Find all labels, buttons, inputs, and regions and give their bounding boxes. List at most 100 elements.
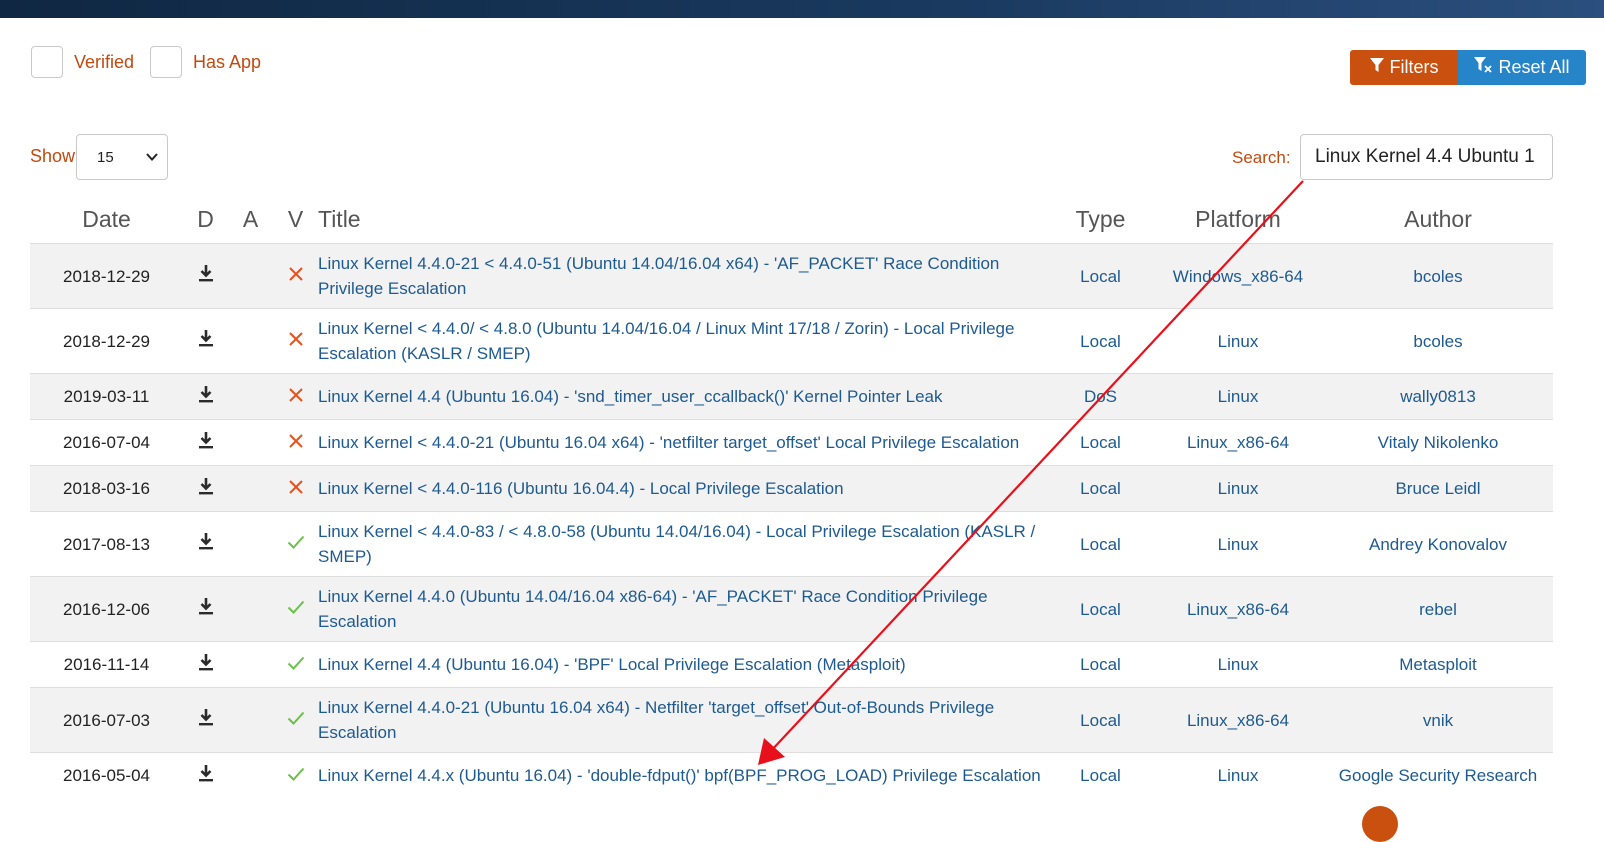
cell-type-link[interactable]: Local: [1080, 600, 1121, 619]
download-icon[interactable]: [198, 532, 214, 557]
cell-title-link[interactable]: Linux Kernel 4.4.0 (Ubuntu 14.04/16.04 x…: [318, 587, 988, 631]
x-icon: [288, 329, 304, 354]
table-row: 2016-05-04 Linux Kernel 4.4.x (Ubuntu 16.…: [30, 752, 1553, 799]
cell-verified: [273, 752, 318, 799]
cell-type-link[interactable]: Local: [1080, 535, 1121, 554]
table-row: 2018-12-29 Linux Kernel < 4.4.0/ < 4.8.0 …: [30, 308, 1553, 374]
cell-type-link[interactable]: Local: [1080, 655, 1121, 674]
cell-platform-link[interactable]: Linux: [1218, 479, 1259, 498]
download-icon[interactable]: [198, 477, 214, 502]
cell-type-link[interactable]: Local: [1080, 711, 1121, 730]
has-app-filter[interactable]: Has App: [150, 46, 261, 78]
cell-author-link[interactable]: Andrey Konovalov: [1369, 535, 1507, 554]
download-icon[interactable]: [198, 385, 214, 410]
cell-title-link[interactable]: Linux Kernel < 4.4.0-21 (Ubuntu 16.04 x6…: [318, 433, 1019, 452]
cell-title-link[interactable]: Linux Kernel < 4.4.0-116 (Ubuntu 16.04.4…: [318, 479, 844, 498]
has-app-label: Has App: [193, 51, 262, 72]
scroll-top-button[interactable]: [1362, 806, 1398, 842]
verified-checkbox[interactable]: [31, 46, 63, 78]
cell-download[interactable]: [183, 243, 228, 309]
search-input[interactable]: [1300, 134, 1553, 180]
column-header-platform[interactable]: Platform: [1153, 196, 1323, 244]
cell-title-link[interactable]: Linux Kernel 4.4.x (Ubuntu 16.04) - 'dou…: [318, 766, 1041, 785]
download-icon[interactable]: [198, 708, 214, 733]
cell-app: [228, 641, 273, 688]
cell-title-link[interactable]: Linux Kernel < 4.4.0/ < 4.8.0 (Ubuntu 14…: [318, 319, 1014, 363]
cell-title-link[interactable]: Linux Kernel < 4.4.0-83 / < 4.8.0-58 (Ub…: [318, 522, 1035, 566]
column-header-type[interactable]: Type: [1048, 196, 1153, 244]
show-label: Show: [30, 146, 76, 166]
check-icon: [287, 708, 305, 733]
check-icon: [287, 764, 305, 789]
cell-type-link[interactable]: DoS: [1084, 387, 1117, 406]
cell-author-link[interactable]: bcoles: [1413, 332, 1462, 351]
download-icon[interactable]: [198, 431, 214, 456]
cell-download[interactable]: [183, 576, 228, 642]
cell-type-link[interactable]: Local: [1080, 267, 1121, 286]
download-icon[interactable]: [198, 764, 214, 789]
cell-download[interactable]: [183, 308, 228, 374]
cell-author-link[interactable]: Google Security Research: [1339, 766, 1537, 785]
cell-platform-link[interactable]: Linux: [1218, 332, 1259, 351]
has-app-checkbox[interactable]: [150, 46, 182, 78]
cell-platform-link[interactable]: Windows_x86-64: [1173, 267, 1303, 286]
cell-date: 2016-07-03: [30, 687, 183, 753]
check-icon: [287, 597, 305, 622]
download-icon[interactable]: [198, 264, 214, 289]
cell-platform-link[interactable]: Linux_x86-64: [1187, 600, 1289, 619]
cell-author-link[interactable]: Bruce Leidl: [1395, 479, 1480, 498]
cell-download[interactable]: [183, 511, 228, 577]
cell-download[interactable]: [183, 419, 228, 466]
column-header-app[interactable]: A: [228, 196, 273, 244]
cell-title-link[interactable]: Linux Kernel 4.4.0-21 (Ubuntu 16.04 x64)…: [318, 698, 994, 742]
cell-platform-link[interactable]: Linux: [1218, 766, 1259, 785]
cell-verified: [273, 576, 318, 642]
cell-author-link[interactable]: Vitaly Nikolenko: [1378, 433, 1499, 452]
cell-date: 2016-12-06: [30, 576, 183, 642]
x-icon: [288, 264, 304, 289]
cell-author-link[interactable]: rebel: [1419, 600, 1457, 619]
cell-platform-link[interactable]: Linux: [1218, 387, 1259, 406]
check-icon: [287, 653, 305, 678]
chevron-down-icon: [145, 149, 159, 169]
table-row: 2016-07-04 Linux Kernel < 4.4.0-21 (Ubunt…: [30, 419, 1553, 466]
cell-title-link[interactable]: Linux Kernel 4.4.0-21 < 4.4.0-51 (Ubuntu…: [318, 254, 999, 298]
cell-date: 2016-07-04: [30, 419, 183, 466]
cell-type-link[interactable]: Local: [1080, 332, 1121, 351]
cell-platform-link[interactable]: Linux_x86-64: [1187, 433, 1289, 452]
column-header-date[interactable]: Date: [30, 196, 183, 244]
filters-button[interactable]: Filters: [1350, 50, 1458, 85]
cell-title-link[interactable]: Linux Kernel 4.4 (Ubuntu 16.04) - 'BPF' …: [318, 655, 906, 674]
column-header-download[interactable]: D: [183, 196, 228, 244]
download-icon[interactable]: [198, 597, 214, 622]
download-icon[interactable]: [198, 653, 214, 678]
cell-download[interactable]: [183, 465, 228, 512]
reset-all-button[interactable]: Reset All: [1458, 50, 1586, 85]
cell-app: [228, 752, 273, 799]
show-entries-select[interactable]: 15: [76, 134, 168, 180]
cell-author-link[interactable]: vnik: [1423, 711, 1453, 730]
cell-app: [228, 511, 273, 577]
cell-download[interactable]: [183, 373, 228, 420]
cell-download[interactable]: [183, 752, 228, 799]
cell-type-link[interactable]: Local: [1080, 479, 1121, 498]
cell-type-link[interactable]: Local: [1080, 433, 1121, 452]
x-icon: [288, 477, 304, 502]
cell-download[interactable]: [183, 687, 228, 753]
verified-filter[interactable]: Verified: [31, 46, 134, 78]
column-header-title[interactable]: Title: [318, 196, 1048, 244]
cell-author-link[interactable]: bcoles: [1413, 267, 1462, 286]
cell-type-link[interactable]: Local: [1080, 766, 1121, 785]
cell-title-link[interactable]: Linux Kernel 4.4 (Ubuntu 16.04) - 'snd_t…: [318, 387, 942, 406]
column-header-author[interactable]: Author: [1323, 196, 1553, 244]
cell-platform-link[interactable]: Linux: [1218, 535, 1259, 554]
reset-all-button-label: Reset All: [1498, 57, 1570, 77]
cell-platform-link[interactable]: Linux: [1218, 655, 1259, 674]
cell-author-link[interactable]: wally0813: [1400, 387, 1476, 406]
download-icon[interactable]: [198, 329, 214, 354]
cell-author-link[interactable]: Metasploit: [1399, 655, 1476, 674]
cell-download[interactable]: [183, 641, 228, 688]
column-header-verified[interactable]: V: [273, 196, 318, 244]
cell-platform-link[interactable]: Linux_x86-64: [1187, 711, 1289, 730]
x-icon: [288, 431, 304, 456]
